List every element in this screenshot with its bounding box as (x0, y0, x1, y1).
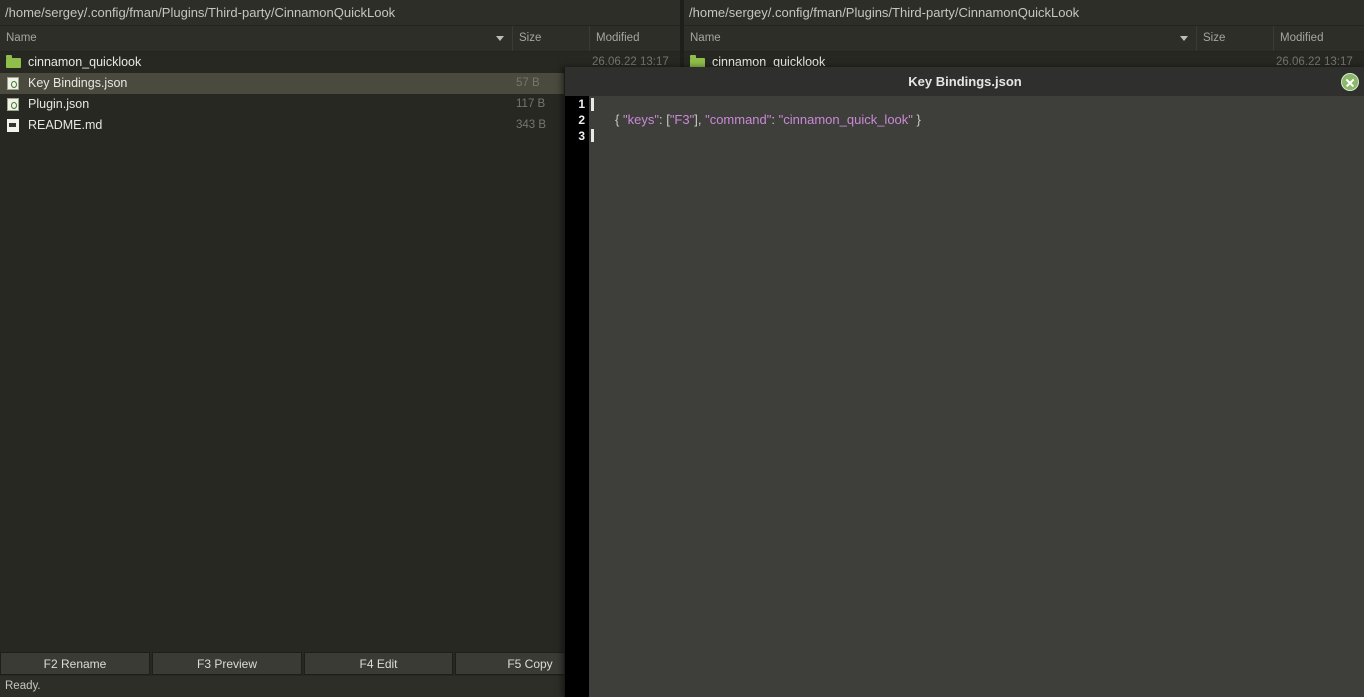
column-name-label: Name (690, 32, 721, 44)
column-modified[interactable]: Modified (1274, 26, 1364, 51)
file-name: README.md (28, 118, 103, 132)
code-editor[interactable]: { "keys": ["F3"], "command": "cinnamon_q… (589, 96, 1364, 697)
function-key-bar: F2 Rename F3 Preview F4 Edit F5 Copy (0, 652, 605, 676)
text-cursor (591, 98, 594, 111)
json-file-icon (7, 98, 19, 111)
line-number: 2 (578, 113, 585, 127)
column-size[interactable]: Size (513, 26, 590, 51)
column-size[interactable]: Size (1197, 26, 1274, 51)
column-name[interactable]: Name (684, 26, 1197, 51)
close-icon[interactable] (1341, 73, 1359, 91)
line-number: 1 (578, 97, 585, 111)
quick-look-window: Key Bindings.json 1 2 3 { "keys": ["F3"]… (564, 67, 1364, 697)
folder-icon (6, 55, 21, 68)
file-name: cinnamon_quicklook (28, 55, 142, 69)
file-name: Plugin.json (28, 97, 90, 111)
rename-button[interactable]: F2 Rename (0, 652, 150, 675)
file-name: Key Bindings.json (28, 76, 128, 90)
preview-button[interactable]: F3 Preview (152, 652, 302, 675)
sort-descending-icon (1180, 36, 1188, 41)
line-number: 3 (578, 129, 585, 143)
column-name[interactable]: Name (0, 26, 513, 51)
sort-descending-icon (496, 36, 504, 41)
file-size: 343 B (516, 119, 547, 131)
preview-titlebar: Key Bindings.json (565, 67, 1364, 96)
code-line-2: { "keys": ["F3"], "command": "cinnamon_q… (615, 112, 921, 127)
column-modified[interactable]: Modified (590, 26, 680, 51)
text-cursor (591, 129, 594, 142)
preview-title: Key Bindings.json (908, 74, 1022, 89)
json-file-icon (7, 77, 19, 90)
right-path-bar[interactable]: /home/sergey/.config/fman/Plugins/Third-… (684, 0, 1364, 26)
file-size: 57 B (516, 77, 540, 89)
line-number-gutter: 1 2 3 (565, 96, 589, 697)
status-bar: Ready. (0, 676, 565, 697)
markdown-file-icon (7, 119, 19, 132)
edit-button[interactable]: F4 Edit (304, 652, 453, 675)
right-column-header: Name Size Modified (684, 26, 1364, 52)
file-size: 117 B (516, 98, 546, 110)
column-name-label: Name (6, 32, 37, 44)
left-column-header: Name Size Modified (0, 26, 680, 52)
left-path-bar[interactable]: /home/sergey/.config/fman/Plugins/Third-… (0, 0, 680, 26)
